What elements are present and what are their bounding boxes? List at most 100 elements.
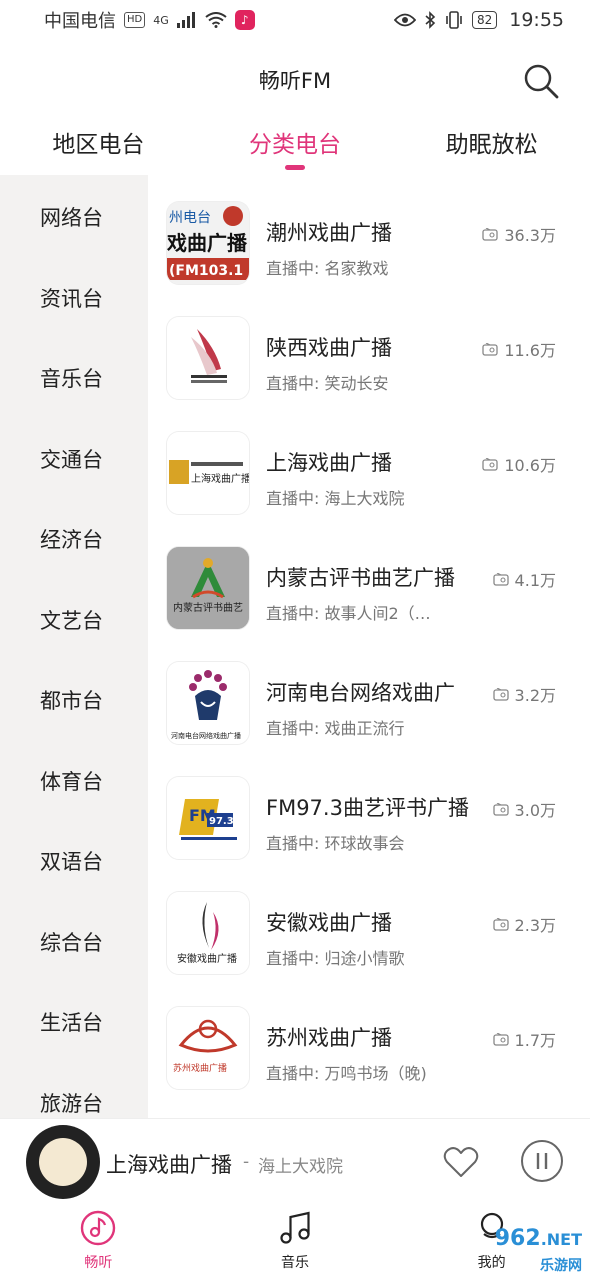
sidebar-item-network[interactable]: 网络台: [0, 177, 148, 258]
battery-indicator: 82: [471, 11, 498, 29]
listener-count: 4.1万: [492, 567, 556, 591]
list-item[interactable]: 上海戏曲广播 上海戏曲广播 直播中: 海上大戏院 10.6万: [148, 405, 590, 515]
radio-icon: [482, 342, 499, 356]
logo-main-text: 97.3: [209, 816, 234, 827]
favorite-heart-icon[interactable]: [442, 1143, 480, 1181]
listener-count-value: 10.6万: [504, 456, 556, 475]
carrier-label: 中国电信: [44, 11, 116, 32]
listener-count-value: 3.0万: [514, 801, 556, 820]
nav-listen[interactable]: 畅听: [28, 1204, 168, 1280]
henan-logo-icon: 河南电台网络戏曲广播: [167, 662, 249, 744]
radio-icon: [492, 802, 509, 816]
station-now-playing: 直播中: 归途小情歌: [266, 949, 405, 968]
list-item[interactable]: 河南电台网络戏曲广播 河南电台网络戏曲广 直播中: 戏曲正流行 3.2万: [148, 635, 590, 745]
category-sidebar: 网络台 资讯台 音乐台 交通台 经济台 文艺台 都市台 体育台 双语台 综合台 …: [0, 175, 148, 1120]
logo-main-text: 内蒙古评书曲艺: [173, 601, 243, 614]
nav-music[interactable]: 音乐: [225, 1204, 365, 1280]
fm973-logo-icon: FM 97.3: [167, 777, 249, 859]
suzhou-logo-icon: 苏州戏曲广播: [167, 1007, 249, 1089]
station-logo: 安徽戏曲广播: [167, 892, 249, 974]
radio-icon: [492, 687, 509, 701]
tab-sleep[interactable]: 助眠放松: [402, 115, 582, 159]
list-item[interactable]: FM 97.3 FM97.3曲艺评书广播 直播中: 环球故事会 3.0万: [148, 750, 590, 860]
listener-count: 36.3万: [482, 222, 556, 246]
sidebar-item-music[interactable]: 音乐台: [0, 338, 148, 419]
anhui-logo-icon: 安徽戏曲广播: [167, 892, 249, 974]
sidebar-item-traffic[interactable]: 交通台: [0, 419, 148, 500]
listener-count-value: 1.7万: [514, 1031, 556, 1050]
logo-top-text: 州电台: [169, 210, 211, 226]
station-logo: 苏州戏曲广播: [167, 1007, 249, 1089]
station-now-playing: 直播中: 名家教戏: [266, 259, 389, 278]
tab-region[interactable]: 地区电台: [8, 115, 188, 159]
station-name: 内蒙古评书曲艺广播: [266, 566, 455, 590]
station-name: FM97.3曲艺评书广播: [266, 796, 469, 820]
status-left: 中国电信 HD 4G ♪: [44, 7, 255, 33]
nav-listen-label: 畅听: [84, 1255, 113, 1271]
sidebar-item-sports[interactable]: 体育台: [0, 741, 148, 822]
app-notification-icon: ♪: [234, 10, 255, 30]
radio-icon: [492, 1032, 509, 1046]
tab-category[interactable]: 分类电台: [205, 115, 385, 159]
search-icon[interactable]: [522, 62, 560, 100]
listener-count: 3.2万: [492, 682, 556, 706]
bluetooth-icon: [425, 11, 436, 29]
station-list: 州电台 戏曲广播 (FM103.1 潮州戏曲广播 直播中: 名家教戏 36.3万…: [148, 175, 590, 1120]
radio-icon: [482, 457, 499, 471]
pause-icon[interactable]: [520, 1139, 564, 1183]
player-separator: -: [243, 1152, 250, 1172]
player-cover: [39, 1138, 87, 1186]
list-item[interactable]: 安徽戏曲广播 安徽戏曲广播 直播中: 归途小情歌 2.3万: [148, 865, 590, 975]
list-item[interactable]: 陕西戏曲广播 直播中: 笑动长安 11.6万: [148, 290, 590, 400]
station-logo: 州电台 戏曲广播 (FM103.1: [167, 202, 249, 284]
list-item[interactable]: 苏州戏曲广播 苏州戏曲广播 直播中: 万鸣书场（晚) 1.7万: [148, 980, 590, 1090]
listener-count-value: 4.1万: [514, 571, 556, 590]
player-program-name: 海上大戏院: [258, 1157, 343, 1177]
list-item[interactable]: 州电台 戏曲广播 (FM103.1 潮州戏曲广播 直播中: 名家教戏 36.3万: [148, 175, 590, 285]
station-logo: 河南电台网络戏曲广播: [167, 662, 249, 744]
sidebar-item-bilingual[interactable]: 双语台: [0, 821, 148, 902]
listener-count: 2.3万: [492, 912, 556, 936]
station-logo: 内蒙古评书曲艺: [167, 547, 249, 629]
nav-music-label: 音乐: [280, 1255, 309, 1271]
listener-count-value: 36.3万: [504, 226, 556, 245]
logo-main-text: 上海戏曲广播: [191, 472, 249, 485]
sidebar-item-lifestyle[interactable]: 生活台: [0, 982, 148, 1063]
station-name: 河南电台网络戏曲广: [266, 681, 455, 705]
station-now-playing: 直播中: 笑动长安: [266, 374, 389, 393]
player-disc[interactable]: [26, 1125, 100, 1199]
station-name: 潮州戏曲广播: [266, 221, 392, 245]
logo-main-text: 安徽戏曲广播: [177, 952, 237, 965]
neimenggu-logo-icon: 内蒙古评书曲艺: [167, 547, 249, 629]
category-tabs: 地区电台 分类电台 助眠放松: [0, 115, 590, 175]
watermark-sub: 乐游网: [540, 1258, 582, 1274]
listener-count: 11.6万: [482, 337, 556, 361]
network-label: 4G: [153, 13, 169, 27]
sidebar-item-travel[interactable]: 旅游台: [0, 1063, 148, 1121]
listener-count: 10.6万: [482, 452, 556, 476]
hd-badge: HD: [124, 12, 146, 28]
mini-player[interactable]: 上海戏曲广播 - 海上大戏院: [0, 1118, 590, 1204]
app-header: 畅听FM: [0, 40, 590, 120]
station-name: 苏州戏曲广播: [266, 1026, 392, 1050]
sidebar-item-economy[interactable]: 经济台: [0, 499, 148, 580]
station-now-playing: 直播中: 故事人间2（…: [266, 604, 431, 623]
radio-icon: [492, 917, 509, 931]
station-now-playing: 直播中: 戏曲正流行: [266, 719, 405, 738]
sidebar-item-city[interactable]: 都市台: [0, 660, 148, 741]
watermark: 962.NET 乐游网: [495, 1226, 582, 1276]
station-now-playing: 直播中: 环球故事会: [266, 834, 405, 853]
list-item[interactable]: 内蒙古评书曲艺 内蒙古评书曲艺广播 直播中: 故事人间2（… 4.1万: [148, 520, 590, 630]
signal-icon: [176, 12, 195, 28]
station-logo: [167, 317, 249, 399]
logo-main-text: 河南电台网络戏曲广播: [171, 731, 241, 740]
sidebar-item-general[interactable]: 综合台: [0, 902, 148, 983]
listen-icon: [81, 1210, 116, 1246]
sidebar-item-news[interactable]: 资讯台: [0, 258, 148, 339]
wifi-icon: [205, 12, 227, 28]
station-logo: 上海戏曲广播: [167, 432, 249, 514]
station-now-playing: 直播中: 海上大戏院: [266, 489, 405, 508]
sidebar-item-arts[interactable]: 文艺台: [0, 580, 148, 661]
station-logo: FM 97.3: [167, 777, 249, 859]
logo-main-text: 戏曲广播: [167, 231, 248, 255]
